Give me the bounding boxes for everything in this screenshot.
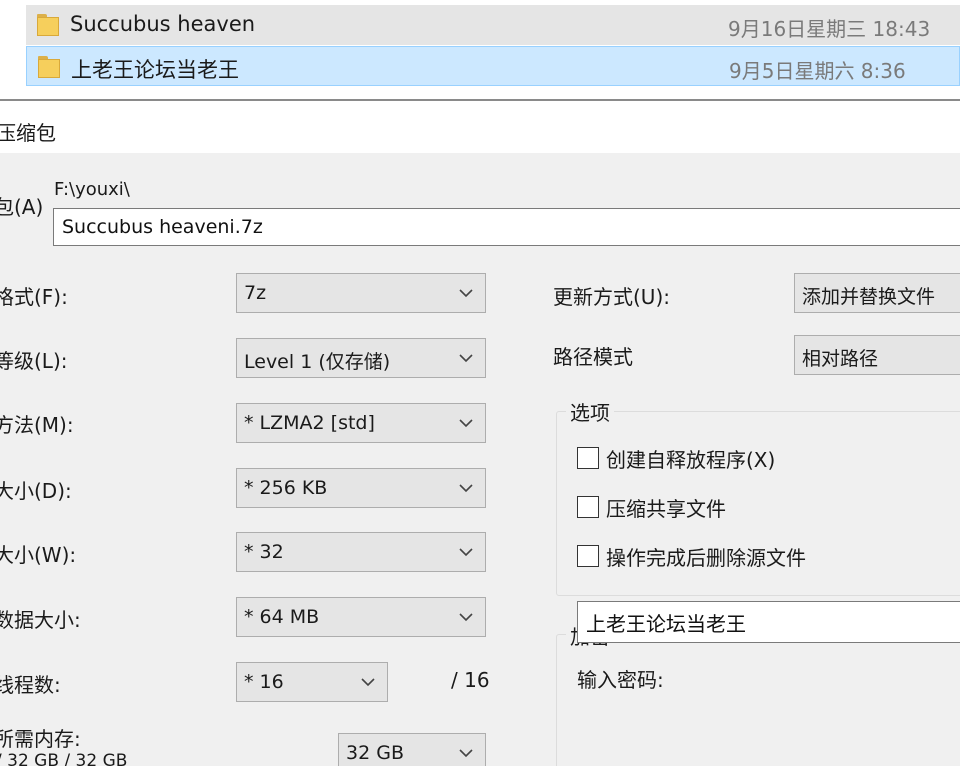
password-input[interactable] <box>577 601 960 643</box>
update-mode-select[interactable]: 添加并替换文件 <box>794 273 960 313</box>
level-select[interactable]: Level 1 (仅存储) <box>236 338 486 378</box>
solid-size-label: 数据大小: <box>0 608 81 632</box>
archive-path: F:\youxi\ <box>54 179 130 200</box>
file-row-selected[interactable]: 上老王论坛当老王 9月5日星期六 8:36 <box>26 46 960 86</box>
threads-label: 线程数: <box>0 673 61 697</box>
chevron-down-icon <box>459 354 473 363</box>
memory-select[interactable]: 32 GB <box>338 733 486 766</box>
level-value: Level 1 (仅存储) <box>244 351 391 373</box>
options-title: 选项 <box>566 397 614 426</box>
archive-label: 包(A) <box>0 195 44 219</box>
file-date: 9月5日星期六 8:36 <box>729 59 906 83</box>
chevron-down-icon <box>459 548 473 557</box>
delete-after-checkbox[interactable]: 操作完成后删除源文件 <box>577 541 806 571</box>
chevron-down-icon <box>459 289 473 298</box>
format-select[interactable]: 7z <box>236 273 486 313</box>
threads-value: * 16 <box>244 671 284 693</box>
format-label: 格式(F): <box>0 285 68 309</box>
sfx-checkbox[interactable]: 创建自释放程序(X) <box>577 443 775 473</box>
memory-value: 32 GB <box>346 742 404 764</box>
level-label: 等级(L): <box>0 349 68 373</box>
chevron-down-icon <box>459 613 473 622</box>
update-mode-value: 添加并替换文件 <box>802 286 936 308</box>
delete-after-checkbox-label: 操作完成后删除源文件 <box>606 545 806 570</box>
threads-max: / 16 <box>451 668 490 692</box>
word-size-label: 大小(W): <box>0 543 77 567</box>
method-value: * LZMA2 [std] <box>244 412 375 434</box>
method-select[interactable]: * LZMA2 [std] <box>236 403 486 443</box>
add-to-archive-dialog: 压缩包 包(A) F:\youxi\ 格式(F): 等级(L): 方法(M): … <box>0 101 960 766</box>
encryption-group <box>556 634 960 766</box>
file-list: Succubus heaven 9月16日星期三 18:43 上老王论坛当老王 … <box>0 0 960 100</box>
method-label: 方法(M): <box>0 413 74 437</box>
checkbox-icon[interactable] <box>577 447 599 469</box>
threads-select[interactable]: * 16 <box>236 662 388 702</box>
file-row[interactable]: Succubus heaven 9月16日星期三 18:43 <box>26 5 960 45</box>
checkbox-icon[interactable] <box>577 545 599 567</box>
archive-name-input[interactable] <box>53 208 960 246</box>
folder-icon <box>38 56 60 78</box>
format-value: 7z <box>244 282 267 304</box>
update-mode-label: 更新方式(U): <box>553 285 670 309</box>
shared-files-checkbox-label: 压缩共享文件 <box>606 496 726 521</box>
chevron-down-icon <box>459 749 473 758</box>
word-size-value: * 32 <box>244 541 284 563</box>
screen: Succubus heaven 9月16日星期三 18:43 上老王论坛当老王 … <box>0 0 960 766</box>
dict-size-label: 大小(D): <box>0 479 72 503</box>
dict-size-select[interactable]: * 256 KB <box>236 468 486 508</box>
chevron-down-icon <box>459 419 473 428</box>
path-mode-value: 相对路径 <box>802 348 879 370</box>
memory-sub-label: / 32 GB / 32 GB <box>0 751 128 766</box>
solid-size-select[interactable]: * 64 MB <box>236 597 486 637</box>
word-size-select[interactable]: * 32 <box>236 532 486 572</box>
chevron-down-icon <box>459 484 473 493</box>
dict-size-value: * 256 KB <box>244 477 328 499</box>
shared-files-checkbox[interactable]: 压缩共享文件 <box>577 492 726 522</box>
file-name: 上老王论坛当老王 <box>71 58 239 82</box>
memory-label: 所需内存: <box>0 727 81 751</box>
folder-icon <box>37 14 59 36</box>
chevron-down-icon <box>361 678 375 687</box>
password-label: 输入密码: <box>577 668 664 692</box>
path-mode-select[interactable]: 相对路径 <box>794 335 960 375</box>
file-date: 9月16日星期三 18:43 <box>728 17 931 41</box>
checkbox-icon[interactable] <box>577 496 599 518</box>
dialog-titlebar: 压缩包 <box>0 101 960 153</box>
path-mode-label: 路径模式 <box>553 345 633 369</box>
dialog-title: 压缩包 <box>0 121 56 145</box>
file-name: Succubus heaven <box>70 12 256 36</box>
sfx-checkbox-label: 创建自释放程序(X) <box>606 447 776 472</box>
solid-size-value: * 64 MB <box>244 606 320 628</box>
